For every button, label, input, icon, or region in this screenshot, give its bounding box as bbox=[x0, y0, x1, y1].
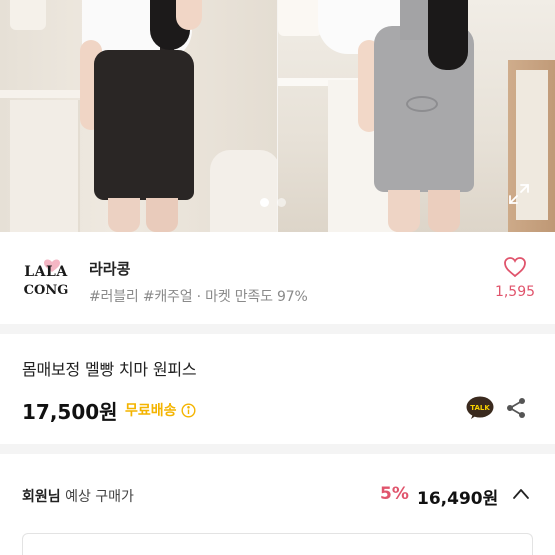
heart-icon bbox=[504, 257, 526, 278]
member-price: 16,490원 bbox=[417, 489, 499, 509]
member-price-detail-box bbox=[22, 533, 533, 555]
gallery-dot-2[interactable] bbox=[277, 198, 286, 207]
member-price-row[interactable]: 회원님 예상 구매가 5% 16,490원 bbox=[0, 454, 555, 534]
shop-logo[interactable]: LALA CONG bbox=[22, 256, 70, 302]
section-divider bbox=[0, 324, 555, 334]
product-photo-black bbox=[0, 0, 277, 232]
free-shipping-badge[interactable]: 무료배송 bbox=[125, 400, 196, 420]
kakaotalk-icon[interactable]: TALK bbox=[466, 396, 494, 420]
gallery-dot-1[interactable] bbox=[260, 198, 269, 207]
talk-label: TALK bbox=[470, 404, 490, 412]
product-title: 몸매보정 멜빵 치마 원피스 bbox=[22, 360, 197, 379]
product-price: 17,500원 bbox=[22, 400, 118, 424]
svg-text:CONG: CONG bbox=[24, 283, 69, 298]
product-image-gallery[interactable] bbox=[0, 0, 555, 232]
info-icon[interactable] bbox=[181, 402, 196, 418]
expand-icon[interactable] bbox=[508, 183, 530, 205]
shop-name[interactable]: 라라콩 bbox=[89, 258, 130, 279]
like-button[interactable]: 1,595 bbox=[490, 256, 540, 300]
product-info: 몸매보정 멜빵 치마 원피스 17,500원 무료배송 TALK bbox=[0, 334, 555, 444]
svg-text:LALA: LALA bbox=[24, 264, 68, 280]
share-icon[interactable] bbox=[505, 397, 527, 419]
member-price-label: 회원님 예상 구매가 bbox=[22, 489, 134, 505]
gallery-pagination bbox=[260, 198, 286, 207]
shop-info[interactable]: LALA CONG 라라콩 #러블리 #캐주얼 · 마켓 만족도 97% 1,5… bbox=[0, 232, 555, 324]
chevron-up-icon[interactable] bbox=[512, 487, 530, 501]
section-divider bbox=[0, 444, 555, 454]
member-discount-rate: 5% bbox=[380, 484, 409, 504]
like-count: 1,595 bbox=[494, 284, 536, 300]
shipping-label: 무료배송 bbox=[125, 403, 177, 419]
shop-tags-satisfaction: #러블리 #캐주얼 · 마켓 만족도 97% bbox=[89, 289, 308, 305]
